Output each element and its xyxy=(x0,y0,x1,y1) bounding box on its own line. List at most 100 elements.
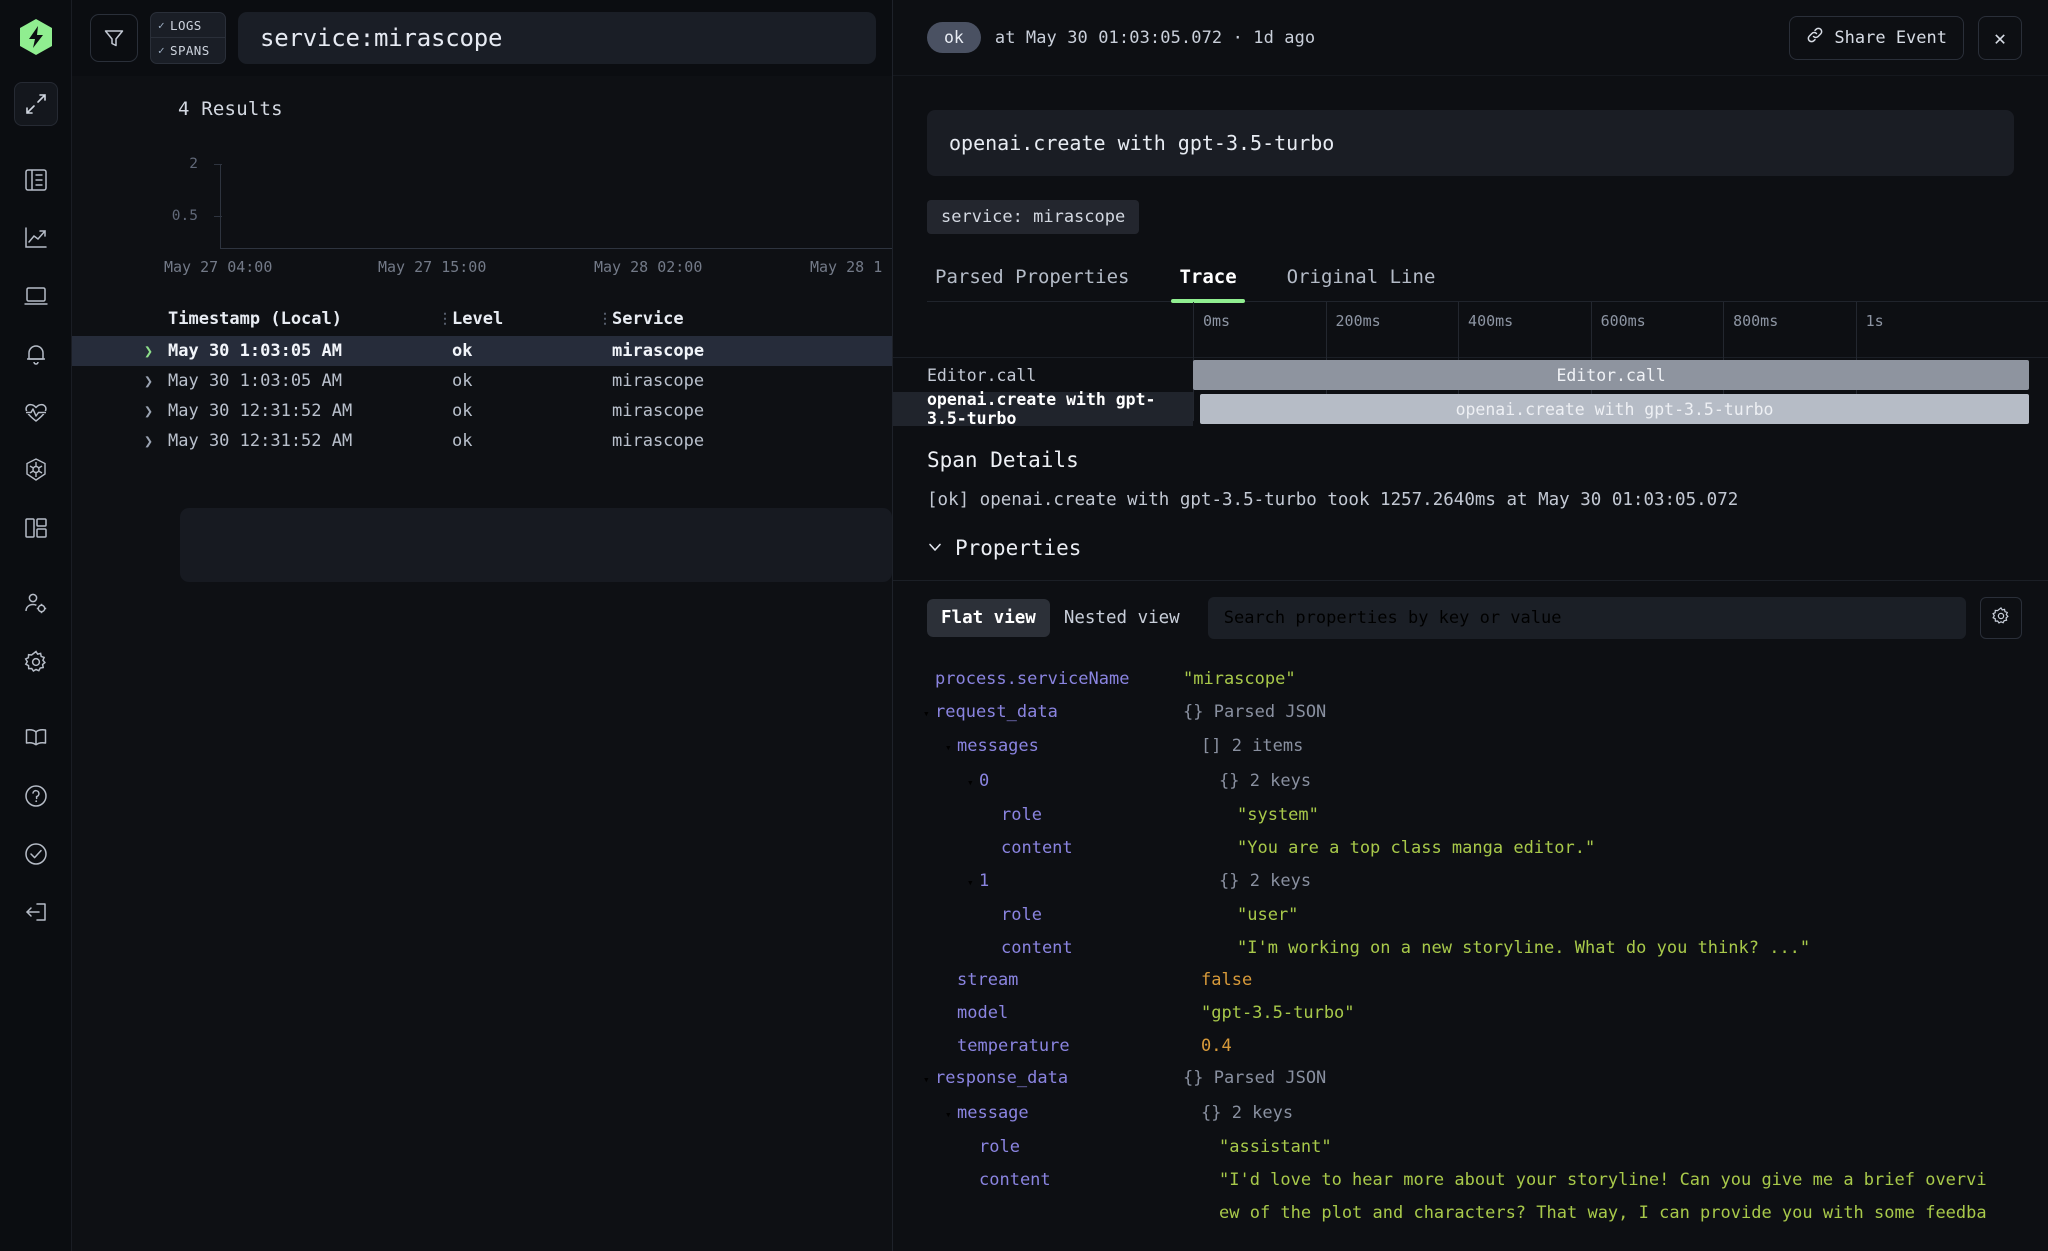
property-key: stream xyxy=(957,970,1019,991)
cell-timestamp: May 30 1:03:05 AM xyxy=(168,371,342,391)
property-row[interactable]: ▾ message {} 2 keys xyxy=(893,1097,2048,1132)
share-event-button[interactable]: Share Event xyxy=(1789,15,1964,60)
tab-trace[interactable]: Trace xyxy=(1171,260,1245,303)
property-row[interactable]: content "You are a top class manga editor… xyxy=(893,832,2048,865)
property-row[interactable]: ▾ 0 {} 2 keys xyxy=(893,765,2048,800)
chevron-right-icon[interactable]: ❯ xyxy=(144,372,153,390)
cell-timestamp: May 30 12:31:52 AM xyxy=(168,431,353,451)
property-key: model xyxy=(957,1002,1009,1023)
table-row[interactable]: ❯ May 30 1:03:05 AM ok mirascope xyxy=(72,366,892,396)
source-toggle-group[interactable]: ✓ LOGS ✓ SPANS xyxy=(150,12,226,64)
property-row[interactable]: ▾ messages [] 2 items xyxy=(893,730,2048,765)
toggle-logs[interactable]: ✓ LOGS xyxy=(151,13,225,38)
table-row[interactable]: ❯ May 30 12:31:52 AM ok mirascope xyxy=(72,396,892,426)
property-row[interactable]: role "system" xyxy=(893,799,2048,832)
question-circle-icon[interactable] xyxy=(14,774,58,818)
disclosure-triangle-icon[interactable]: ▾ xyxy=(923,1064,935,1097)
disclosure-triangle-icon[interactable]: ▾ xyxy=(945,732,957,765)
column-resize-handle[interactable]: ⋮ xyxy=(598,312,612,326)
disclosure-triangle-icon[interactable]: ▾ xyxy=(967,767,979,800)
property-row[interactable]: stream false xyxy=(893,964,2048,997)
view-mode-toggle[interactable]: Flat view Nested view xyxy=(927,599,1194,637)
check-icon: ✓ xyxy=(158,44,166,57)
property-row[interactable]: content "I'd love to hear more about your… xyxy=(893,1164,2048,1229)
property-key-cell: process.serviceName xyxy=(893,663,1183,696)
bell-icon[interactable] xyxy=(14,332,58,376)
expand-panel-icon[interactable] xyxy=(13,82,58,126)
chart-ytick: 2 xyxy=(189,156,198,172)
property-value-cell: {} Parsed JSON xyxy=(1183,1062,2048,1095)
property-row[interactable]: role "assistant" xyxy=(893,1131,2048,1164)
chevron-right-icon[interactable]: ❯ xyxy=(144,432,153,450)
search-input[interactable]: service:mirascope xyxy=(238,12,876,64)
properties-section-header[interactable]: Properties xyxy=(893,510,2048,581)
tab-parsed-properties[interactable]: Parsed Properties xyxy=(927,260,1137,301)
toggle-spans-label: SPANS xyxy=(170,43,210,58)
column-header-level[interactable]: Level xyxy=(452,309,598,329)
property-key: response_data xyxy=(935,1068,1069,1089)
nested-view-button[interactable]: Nested view xyxy=(1050,599,1194,637)
property-value: 0.4 xyxy=(1201,1035,1232,1056)
service-chip[interactable]: service: mirascope xyxy=(927,200,1140,234)
property-row[interactable]: process.serviceName "mirascope" xyxy=(893,663,2048,696)
book-open-icon[interactable] xyxy=(14,716,58,760)
flat-view-button[interactable]: Flat view xyxy=(927,599,1050,637)
toggle-spans[interactable]: ✓ SPANS xyxy=(151,38,225,63)
disclosure-triangle-icon[interactable]: ▾ xyxy=(923,698,935,731)
monitor-icon[interactable] xyxy=(14,274,58,318)
chart-y-axis xyxy=(220,164,221,248)
property-key: role xyxy=(979,1137,1020,1158)
properties-settings-button[interactable] xyxy=(1980,597,2022,639)
property-row[interactable]: model "gpt-3.5-turbo" xyxy=(893,997,2048,1030)
disclosure-triangle-icon[interactable]: ▾ xyxy=(967,867,979,900)
table-row[interactable]: ❯ May 30 12:31:52 AM ok mirascope xyxy=(72,426,892,456)
kubernetes-icon[interactable] xyxy=(14,448,58,492)
property-row[interactable]: ▾ 1 {} 2 keys xyxy=(893,865,2048,900)
chart-xtick: May 27 04:00 xyxy=(164,258,273,276)
property-row[interactable]: ▾ request_data{} Parsed JSON xyxy=(893,696,2048,731)
lightning-hexagon-logo[interactable] xyxy=(15,14,57,60)
property-value: "I'm working on a new storyline. What do… xyxy=(1237,937,1811,958)
logout-icon[interactable] xyxy=(14,890,58,934)
property-row[interactable]: ▾ response_data {} Parsed JSON xyxy=(893,1062,2048,1097)
gear-icon[interactable] xyxy=(14,640,58,684)
disclosure-triangle-icon[interactable]: ▾ xyxy=(945,1099,957,1132)
chevron-down-icon[interactable] xyxy=(927,536,943,560)
trace-row[interactable]: openai.create with gpt-3.5-turbo openai.… xyxy=(893,390,2048,428)
funnel-icon[interactable] xyxy=(90,14,138,62)
tab-original-line[interactable]: Original Line xyxy=(1279,260,1444,301)
property-key-cell: model xyxy=(893,997,1183,1030)
property-key-cell: ▾ request_data xyxy=(893,696,1183,731)
property-row[interactable]: content "I'm working on a new storyline. … xyxy=(893,932,2048,965)
heartbeat-icon[interactable] xyxy=(14,390,58,434)
close-panel-button[interactable]: ✕ xyxy=(1978,15,2022,60)
table-row[interactable]: ❯ May 30 1:03:05 AM ok mirascope xyxy=(72,336,892,366)
dashboard-layout-icon[interactable] xyxy=(14,506,58,550)
property-key-cell: temperature xyxy=(893,1030,1183,1063)
property-key: process.serviceName xyxy=(935,669,1130,689)
check-circle-icon[interactable] xyxy=(14,832,58,876)
property-key-cell: ▾ 1 xyxy=(893,865,1183,900)
trace-bar[interactable]: Editor.call xyxy=(1193,360,2030,390)
column-header-timestamp[interactable]: Timestamp (Local) xyxy=(168,309,438,329)
column-resize-handle[interactable]: ⋮ xyxy=(438,312,452,326)
chart-line-icon[interactable] xyxy=(14,216,58,260)
properties-search-input[interactable]: Search properties by key or value xyxy=(1207,597,1966,639)
cell-level: ok xyxy=(452,371,473,391)
properties-tree: process.serviceName "mirascope" ▾ request_d… xyxy=(893,655,2048,1229)
cell-service: mirascope xyxy=(612,341,705,361)
cell-service: mirascope xyxy=(612,401,705,421)
property-value-cell: "You are a top class manga editor." xyxy=(1183,832,2048,865)
chevron-right-icon[interactable]: ❯ xyxy=(144,402,153,420)
property-key-cell: role xyxy=(893,1131,1183,1164)
trace-row[interactable]: Editor.call Editor.call xyxy=(893,358,2048,392)
trace-bar[interactable]: openai.create with gpt-3.5-turbo xyxy=(1199,394,2030,424)
property-row[interactable]: role "user" xyxy=(893,899,2048,932)
logs-book-icon[interactable] xyxy=(14,158,58,202)
chevron-right-icon[interactable]: ❯ xyxy=(144,342,153,360)
property-value: {} 2 keys xyxy=(1219,870,1312,891)
property-value-cell: {} 2 keys xyxy=(1183,865,2048,898)
column-header-service[interactable]: Service xyxy=(612,309,892,329)
user-settings-icon[interactable] xyxy=(14,582,58,626)
property-row[interactable]: temperature 0.4 xyxy=(893,1030,2048,1063)
